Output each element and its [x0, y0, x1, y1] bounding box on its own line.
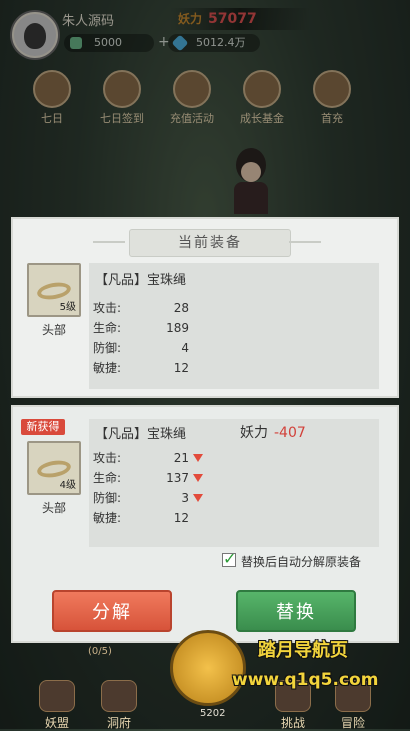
stat-row: 敏捷: 12 [93, 361, 189, 375]
stat-row: 生命: 189 [93, 321, 189, 335]
replace-button[interactable]: 替换 [236, 590, 356, 632]
new-equipment-slot[interactable]: 4级 [27, 441, 81, 495]
stat-row: 攻击: 28 [93, 301, 189, 315]
current-equipment-name: 【凡品】宝珠绳 [95, 273, 187, 288]
title-ornament-left [93, 241, 125, 243]
power-difference: 妖力 -407 [240, 422, 306, 442]
decompose-button[interactable]: 分解 [52, 590, 172, 632]
decrease-arrow-icon [193, 454, 203, 462]
alliance-icon [39, 680, 75, 712]
nav-cave[interactable]: 洞府 [92, 680, 146, 731]
axe-action-button[interactable] [170, 630, 246, 706]
new-equipment-name: 【凡品】宝珠绳 [95, 427, 187, 442]
title-ornament-right [289, 241, 321, 243]
stat-row: 生命: 137 [93, 469, 223, 487]
decrease-arrow-icon [193, 474, 203, 482]
new-equipment-info: 【凡品】宝珠绳 攻击: 21 生命: 137 防御: 3 敏捷: 12 [89, 419, 379, 547]
power-diff-value: -407 [274, 425, 306, 441]
stat-row: 攻击: 21 [93, 449, 223, 467]
stat-row: 防御: 4 [93, 341, 189, 355]
current-equipment-level: 5级 [59, 302, 76, 313]
new-equipment-slot-label: 头部 [41, 501, 66, 515]
task-progress: (0/5) [88, 646, 112, 657]
new-obtained-badge: 新获得 [21, 419, 65, 435]
current-equipment-panel: 当前装备 5级 头部 【凡品】宝珠绳 攻击: 28 生命: 189 防御: 4 敏捷:… [11, 217, 399, 398]
coin-count: 5202 [200, 708, 226, 719]
auto-decompose-label[interactable]: 替换后自动分解原装备 [241, 553, 361, 570]
current-equipment-slot[interactable]: 5级 [27, 263, 81, 317]
power-diff-label: 妖力 [240, 425, 268, 441]
auto-decompose-checkbox[interactable] [222, 549, 236, 568]
decrease-arrow-icon [193, 494, 203, 502]
current-equipment-slot-label: 头部 [41, 323, 66, 337]
current-equipment-info: 【凡品】宝珠绳 攻击: 28 生命: 189 防御: 4 敏捷: 12 [89, 263, 379, 389]
nav-alliance[interactable]: 妖盟 [30, 680, 84, 731]
watermark-url: www.q1q5.com [232, 670, 379, 690]
current-equipment-title: 当前装备 [129, 229, 291, 257]
stat-row: 敏捷: 12 [93, 511, 189, 525]
stat-row: 防御: 3 [93, 489, 223, 507]
cave-icon [101, 680, 137, 712]
watermark-title: 踏月导航页 [258, 640, 348, 661]
new-equipment-level: 4级 [59, 480, 76, 491]
